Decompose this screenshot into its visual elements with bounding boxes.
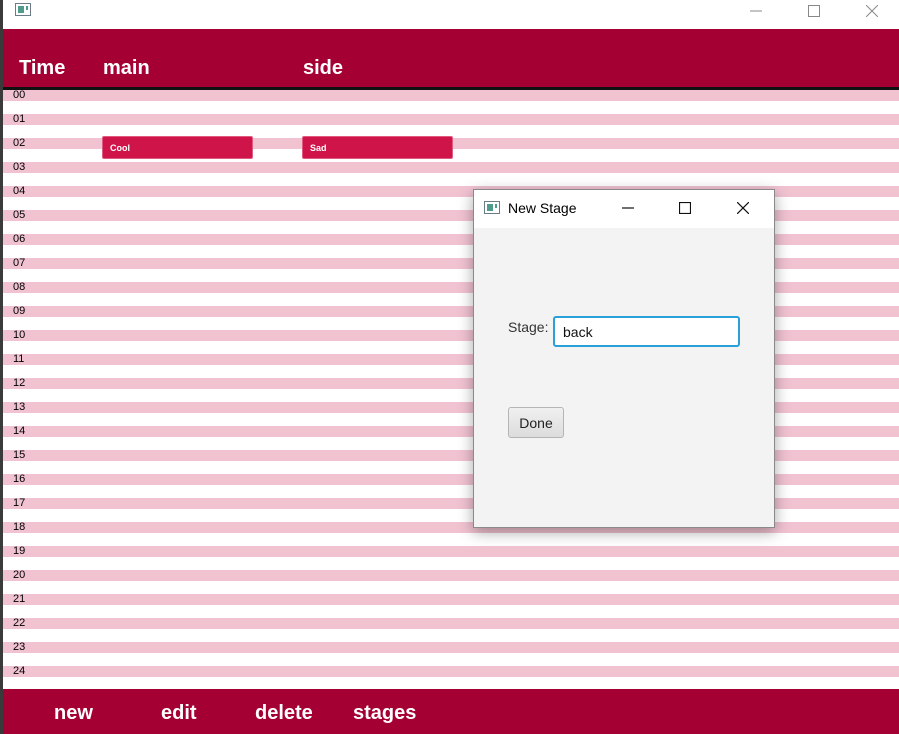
row-stripe: [3, 162, 899, 173]
side-column-title[interactable]: side: [303, 57, 343, 80]
row-stripe: [3, 114, 899, 125]
hour-label: 20: [13, 569, 26, 581]
maximize-icon: [808, 5, 820, 17]
dialog-window-icon: [484, 201, 500, 214]
hour-row[interactable]: 20: [3, 569, 899, 594]
close-button[interactable]: [849, 0, 895, 22]
done-button[interactable]: Done: [508, 407, 564, 438]
minimize-icon: [622, 207, 634, 209]
hour-row[interactable]: 03: [3, 161, 899, 186]
main-window-titlebar[interactable]: [3, 0, 899, 29]
stage-input[interactable]: [553, 316, 740, 347]
maximize-button[interactable]: [791, 0, 837, 22]
hour-label: 02: [13, 137, 26, 149]
app-window-icon: [15, 3, 31, 16]
event-block[interactable]: Cool: [102, 136, 253, 159]
hour-label: 00: [13, 89, 26, 101]
maximize-icon: [679, 202, 691, 214]
hour-row[interactable]: 00: [3, 89, 899, 114]
hour-label: 15: [13, 449, 26, 461]
hour-label: 08: [13, 281, 26, 293]
dialog-maximize-button[interactable]: [665, 194, 705, 222]
edit-button[interactable]: edit: [161, 702, 197, 725]
main-column-title[interactable]: main: [103, 57, 150, 80]
hour-label: 12: [13, 377, 26, 389]
dialog-minimize-button[interactable]: [608, 194, 648, 222]
row-stripe: [3, 570, 899, 581]
hour-row[interactable]: 22: [3, 617, 899, 642]
stage-label: Stage:: [508, 319, 549, 335]
minimize-button[interactable]: [733, 0, 779, 22]
hour-label: 01: [13, 113, 26, 125]
row-stripe: [3, 618, 899, 629]
new-button[interactable]: new: [54, 702, 93, 725]
hour-row[interactable]: 19: [3, 545, 899, 570]
hour-label: 14: [13, 425, 26, 437]
hour-label: 22: [13, 617, 26, 629]
row-stripe: [3, 594, 899, 605]
new-stage-dialog: New Stage Stage: Done: [473, 189, 775, 528]
stages-button[interactable]: stages: [353, 702, 416, 725]
hour-label: 19: [13, 545, 26, 557]
row-stripe: [3, 90, 899, 101]
hour-label: 18: [13, 521, 26, 533]
minimize-icon: [750, 10, 762, 12]
hour-label: 03: [13, 161, 26, 173]
row-stripe: [3, 642, 899, 653]
hour-label: 06: [13, 233, 26, 245]
hour-label: 13: [13, 401, 26, 413]
hour-label: 10: [13, 329, 26, 341]
row-stripe: [3, 546, 899, 557]
hour-label: 16: [13, 473, 26, 485]
hour-label: 21: [13, 593, 26, 605]
hour-label: 09: [13, 305, 26, 317]
hour-label: 24: [13, 665, 26, 677]
hour-label: 04: [13, 185, 26, 197]
time-column-title: Time: [19, 57, 66, 79]
close-icon: [737, 202, 749, 214]
hour-label: 11: [13, 353, 25, 365]
schedule-header: Time main side: [3, 29, 899, 90]
hour-row[interactable]: 23: [3, 641, 899, 666]
hour-label: 07: [13, 257, 26, 269]
footer-toolbar: new edit delete stages: [3, 689, 899, 734]
dialog-close-button[interactable]: [723, 194, 763, 222]
hour-row[interactable]: 24: [3, 665, 899, 690]
delete-button[interactable]: delete: [255, 702, 313, 725]
hour-row[interactable]: 01: [3, 113, 899, 138]
hour-label: 23: [13, 641, 26, 653]
event-block[interactable]: Sad: [302, 136, 453, 159]
row-stripe: [3, 666, 899, 677]
close-icon: [866, 5, 878, 17]
hour-row[interactable]: 21: [3, 593, 899, 618]
hour-label: 17: [13, 497, 26, 509]
dialog-titlebar[interactable]: New Stage: [474, 190, 774, 228]
dialog-title: New Stage: [508, 200, 577, 216]
hour-label: 05: [13, 209, 26, 221]
